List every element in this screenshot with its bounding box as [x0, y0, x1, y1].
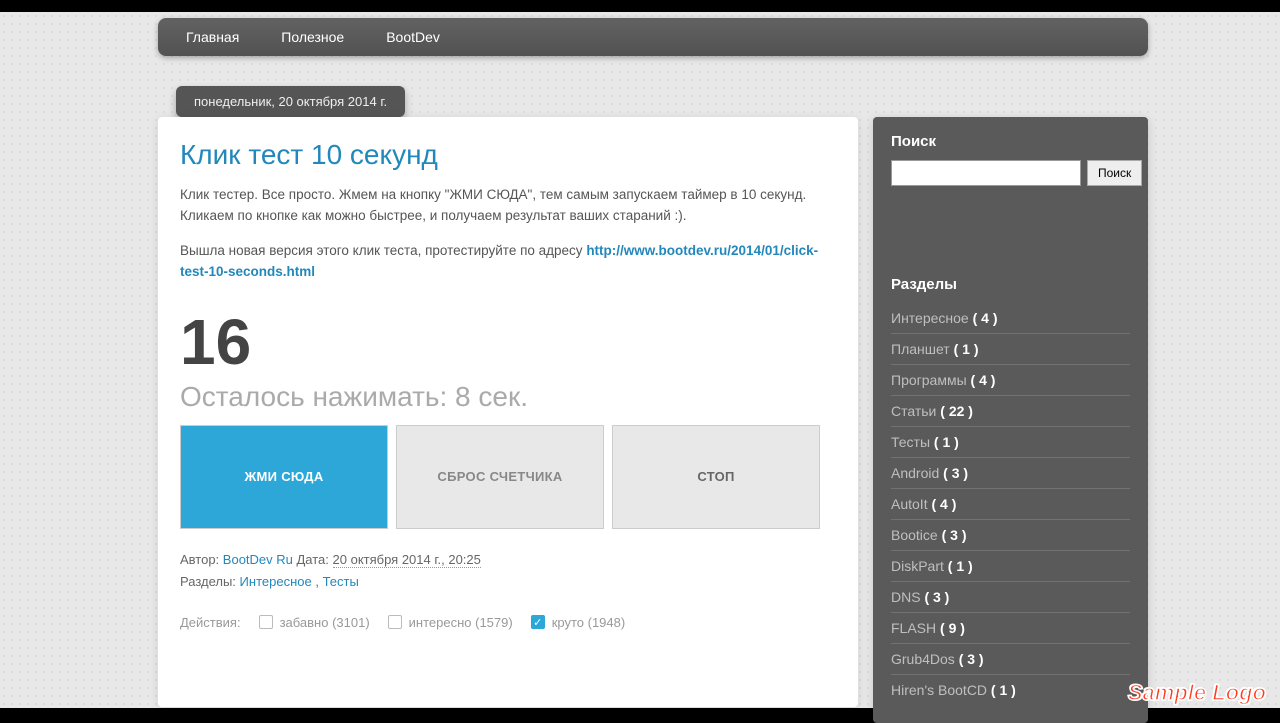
sidebar: Поиск Поиск Разделы Интересное ( 4 )План… — [873, 117, 1148, 723]
post-meta: Автор: BootDev Ru Дата: 20 октября 2014 … — [180, 549, 836, 593]
category-count: ( 9 ) — [936, 620, 965, 636]
category-count: ( 4 ) — [928, 496, 957, 512]
category-link[interactable]: Bootice — [891, 527, 938, 543]
category-item[interactable]: Тесты ( 1 ) — [891, 427, 1130, 458]
category-link[interactable]: Планшет — [891, 341, 950, 357]
reaction-interesting[interactable]: интересно (1579) — [388, 615, 513, 630]
post-date-pill: понедельник, 20 октября 2014 г. — [176, 86, 405, 117]
post-datetime: 20 октября 2014 г., 20:25 — [333, 552, 481, 568]
sections-label: Разделы: — [180, 574, 240, 589]
category-count: ( 1 ) — [944, 558, 973, 574]
top-nav: Главная Полезное BootDev — [158, 18, 1148, 56]
checkbox-icon — [259, 615, 273, 629]
date-label: Дата: — [293, 552, 333, 567]
category-item[interactable]: Статьи ( 22 ) — [891, 396, 1130, 427]
category-link[interactable]: DiskPart — [891, 558, 944, 574]
category-count: ( 3 ) — [921, 589, 950, 605]
category-count: ( 1 ) — [950, 341, 979, 357]
category-item[interactable]: Bootice ( 3 ) — [891, 520, 1130, 551]
tag-link[interactable]: Интересное — [240, 574, 312, 589]
category-item[interactable]: Программы ( 4 ) — [891, 365, 1130, 396]
category-link[interactable]: FLASH — [891, 620, 936, 636]
category-item[interactable]: Android ( 3 ) — [891, 458, 1130, 489]
nav-link-useful[interactable]: Полезное — [281, 29, 344, 45]
author-label: Автор: — [180, 552, 223, 567]
category-item[interactable]: Hiren's BootCD ( 1 ) — [891, 675, 1130, 705]
categories-list: Интересное ( 4 )Планшет ( 1 )Программы (… — [891, 303, 1130, 705]
category-link[interactable]: DNS — [891, 589, 921, 605]
reaction-text: забавно (3101) — [280, 615, 370, 630]
category-count: ( 4 ) — [969, 310, 998, 326]
post-body: Клик тестер. Все просто. Жмем на кнопку … — [180, 185, 836, 283]
category-count: ( 3 ) — [955, 651, 984, 667]
category-item[interactable]: DNS ( 3 ) — [891, 582, 1130, 613]
reaction-cool[interactable]: ✓ круто (1948) — [531, 615, 626, 630]
category-count: ( 4 ) — [967, 372, 996, 388]
category-count: ( 3 ) — [938, 527, 967, 543]
reaction-text: интересно (1579) — [409, 615, 513, 630]
category-link[interactable]: Android — [891, 465, 939, 481]
category-count: ( 1 ) — [930, 434, 959, 450]
tag-link[interactable]: Тесты — [323, 574, 359, 589]
category-item[interactable]: Интересное ( 4 ) — [891, 303, 1130, 334]
reactions-label: Действия: — [180, 615, 241, 630]
post-card: Клик тест 10 секунд Клик тестер. Все про… — [158, 117, 858, 707]
text: Вышла новая версия этого клик теста, про… — [180, 243, 586, 258]
reaction-text: круто (1948) — [552, 615, 626, 630]
category-link[interactable]: Grub4Dos — [891, 651, 955, 667]
stop-button[interactable]: СТОП — [612, 425, 820, 529]
category-item[interactable]: AutoIt ( 4 ) — [891, 489, 1130, 520]
tag-sep: , — [312, 574, 323, 589]
search-row: Поиск — [891, 160, 1130, 186]
category-link[interactable]: Hiren's BootCD — [891, 682, 987, 698]
author-link[interactable]: BootDev Ru — [223, 552, 293, 567]
category-link[interactable]: Статьи — [891, 403, 936, 419]
category-item[interactable]: DiskPart ( 1 ) — [891, 551, 1130, 582]
button-row: ЖМИ СЮДА СБРОС СЧЕТЧИКА СТОП — [180, 425, 836, 529]
time-remaining: Осталось нажимать: 8 сек. — [180, 381, 836, 413]
checkbox-icon: ✓ — [531, 615, 545, 629]
category-link[interactable]: Программы — [891, 372, 967, 388]
category-link[interactable]: Интересное — [891, 310, 969, 326]
post-title[interactable]: Клик тест 10 секунд — [180, 139, 836, 171]
post-paragraph: Вышла новая версия этого клик теста, про… — [180, 241, 836, 283]
search-button[interactable]: Поиск — [1087, 160, 1142, 186]
category-count: ( 1 ) — [987, 682, 1016, 698]
reaction-funny[interactable]: забавно (3101) — [259, 615, 370, 630]
category-link[interactable]: AutoIt — [891, 496, 928, 512]
nav-link-home[interactable]: Главная — [186, 29, 239, 45]
nav-link-bootdev[interactable]: BootDev — [386, 29, 440, 45]
sections-heading: Разделы — [891, 276, 1130, 293]
reset-counter-button[interactable]: СБРОС СЧЕТЧИКА — [396, 425, 604, 529]
category-count: ( 22 ) — [936, 403, 973, 419]
click-counter: 16 — [180, 305, 836, 379]
watermark-logo: Sample Logo — [1128, 680, 1266, 706]
category-item[interactable]: Планшет ( 1 ) — [891, 334, 1130, 365]
click-here-button[interactable]: ЖМИ СЮДА — [180, 425, 388, 529]
search-input[interactable] — [891, 160, 1081, 186]
reactions-row: Действия: забавно (3101) интересно (1579… — [180, 615, 836, 630]
category-count: ( 3 ) — [939, 465, 968, 481]
checkbox-icon — [388, 615, 402, 629]
category-item[interactable]: FLASH ( 9 ) — [891, 613, 1130, 644]
category-item[interactable]: Grub4Dos ( 3 ) — [891, 644, 1130, 675]
category-link[interactable]: Тесты — [891, 434, 930, 450]
post-paragraph: Клик тестер. Все просто. Жмем на кнопку … — [180, 185, 836, 227]
search-heading: Поиск — [891, 133, 1130, 150]
